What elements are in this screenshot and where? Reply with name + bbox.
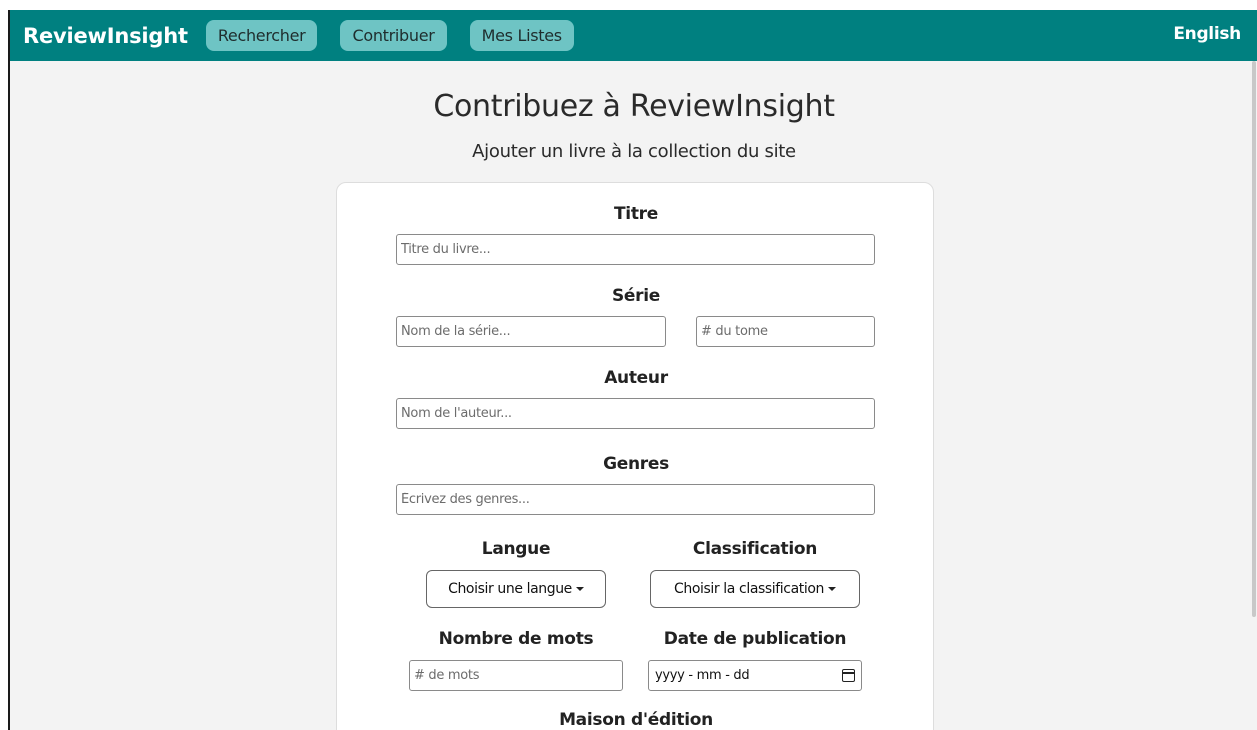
series-volume-input[interactable] (696, 316, 875, 347)
author-label: Auteur (604, 368, 668, 388)
caret-down-icon (827, 587, 836, 591)
classification-dropdown[interactable]: Choisir la classification (650, 570, 860, 608)
genres-label: Genres (603, 454, 669, 474)
contribute-form-card: Titre Série Auteur Genres Langue Classif… (336, 182, 934, 730)
window-top-edge (0, 0, 1257, 10)
language-dropdown[interactable]: Choisir une langue (426, 570, 606, 608)
genres-input[interactable] (396, 484, 875, 515)
publication-date-value: yyyy - mm - dd (655, 668, 750, 683)
calendar-icon[interactable] (842, 669, 855, 682)
page-subtitle: Ajouter un livre à la collection du site (472, 141, 796, 162)
language-dropdown-label: Choisir une langue (448, 581, 572, 597)
page-title: Contribuez à ReviewInsight (433, 89, 835, 124)
publication-date-input[interactable]: yyyy - mm - dd (648, 660, 862, 691)
nav-rechercher-button[interactable]: Rechercher (205, 20, 318, 51)
title-input[interactable] (396, 234, 875, 265)
word-count-label: Nombre de mots (438, 629, 594, 649)
author-input[interactable] (396, 398, 875, 429)
publication-date-label: Date de publication (663, 629, 847, 649)
navbar: ReviewInsight Rechercher Contribuer Mes … (10, 10, 1257, 61)
main-content: Contribuez à ReviewInsight Ajouter un li… (10, 61, 1250, 730)
title-label: Titre (614, 204, 658, 224)
series-label: Série (611, 286, 660, 306)
classification-dropdown-label: Choisir la classification (674, 581, 824, 597)
language-toggle-link[interactable]: English (1173, 24, 1241, 44)
word-count-input[interactable] (409, 660, 623, 691)
nav-contribuer-button[interactable]: Contribuer (340, 20, 447, 51)
page-scrollbar[interactable] (1250, 61, 1257, 730)
series-name-input[interactable] (396, 316, 666, 347)
brand-logo[interactable]: ReviewInsight (23, 24, 188, 48)
caret-down-icon (575, 587, 584, 591)
scrollbar-thumb[interactable] (1252, 61, 1256, 617)
language-label: Langue (481, 539, 551, 559)
classification-label: Classification (692, 539, 818, 559)
publisher-label: Maison d'édition (559, 710, 713, 730)
nav-mes-listes-button[interactable]: Mes Listes (469, 20, 574, 51)
